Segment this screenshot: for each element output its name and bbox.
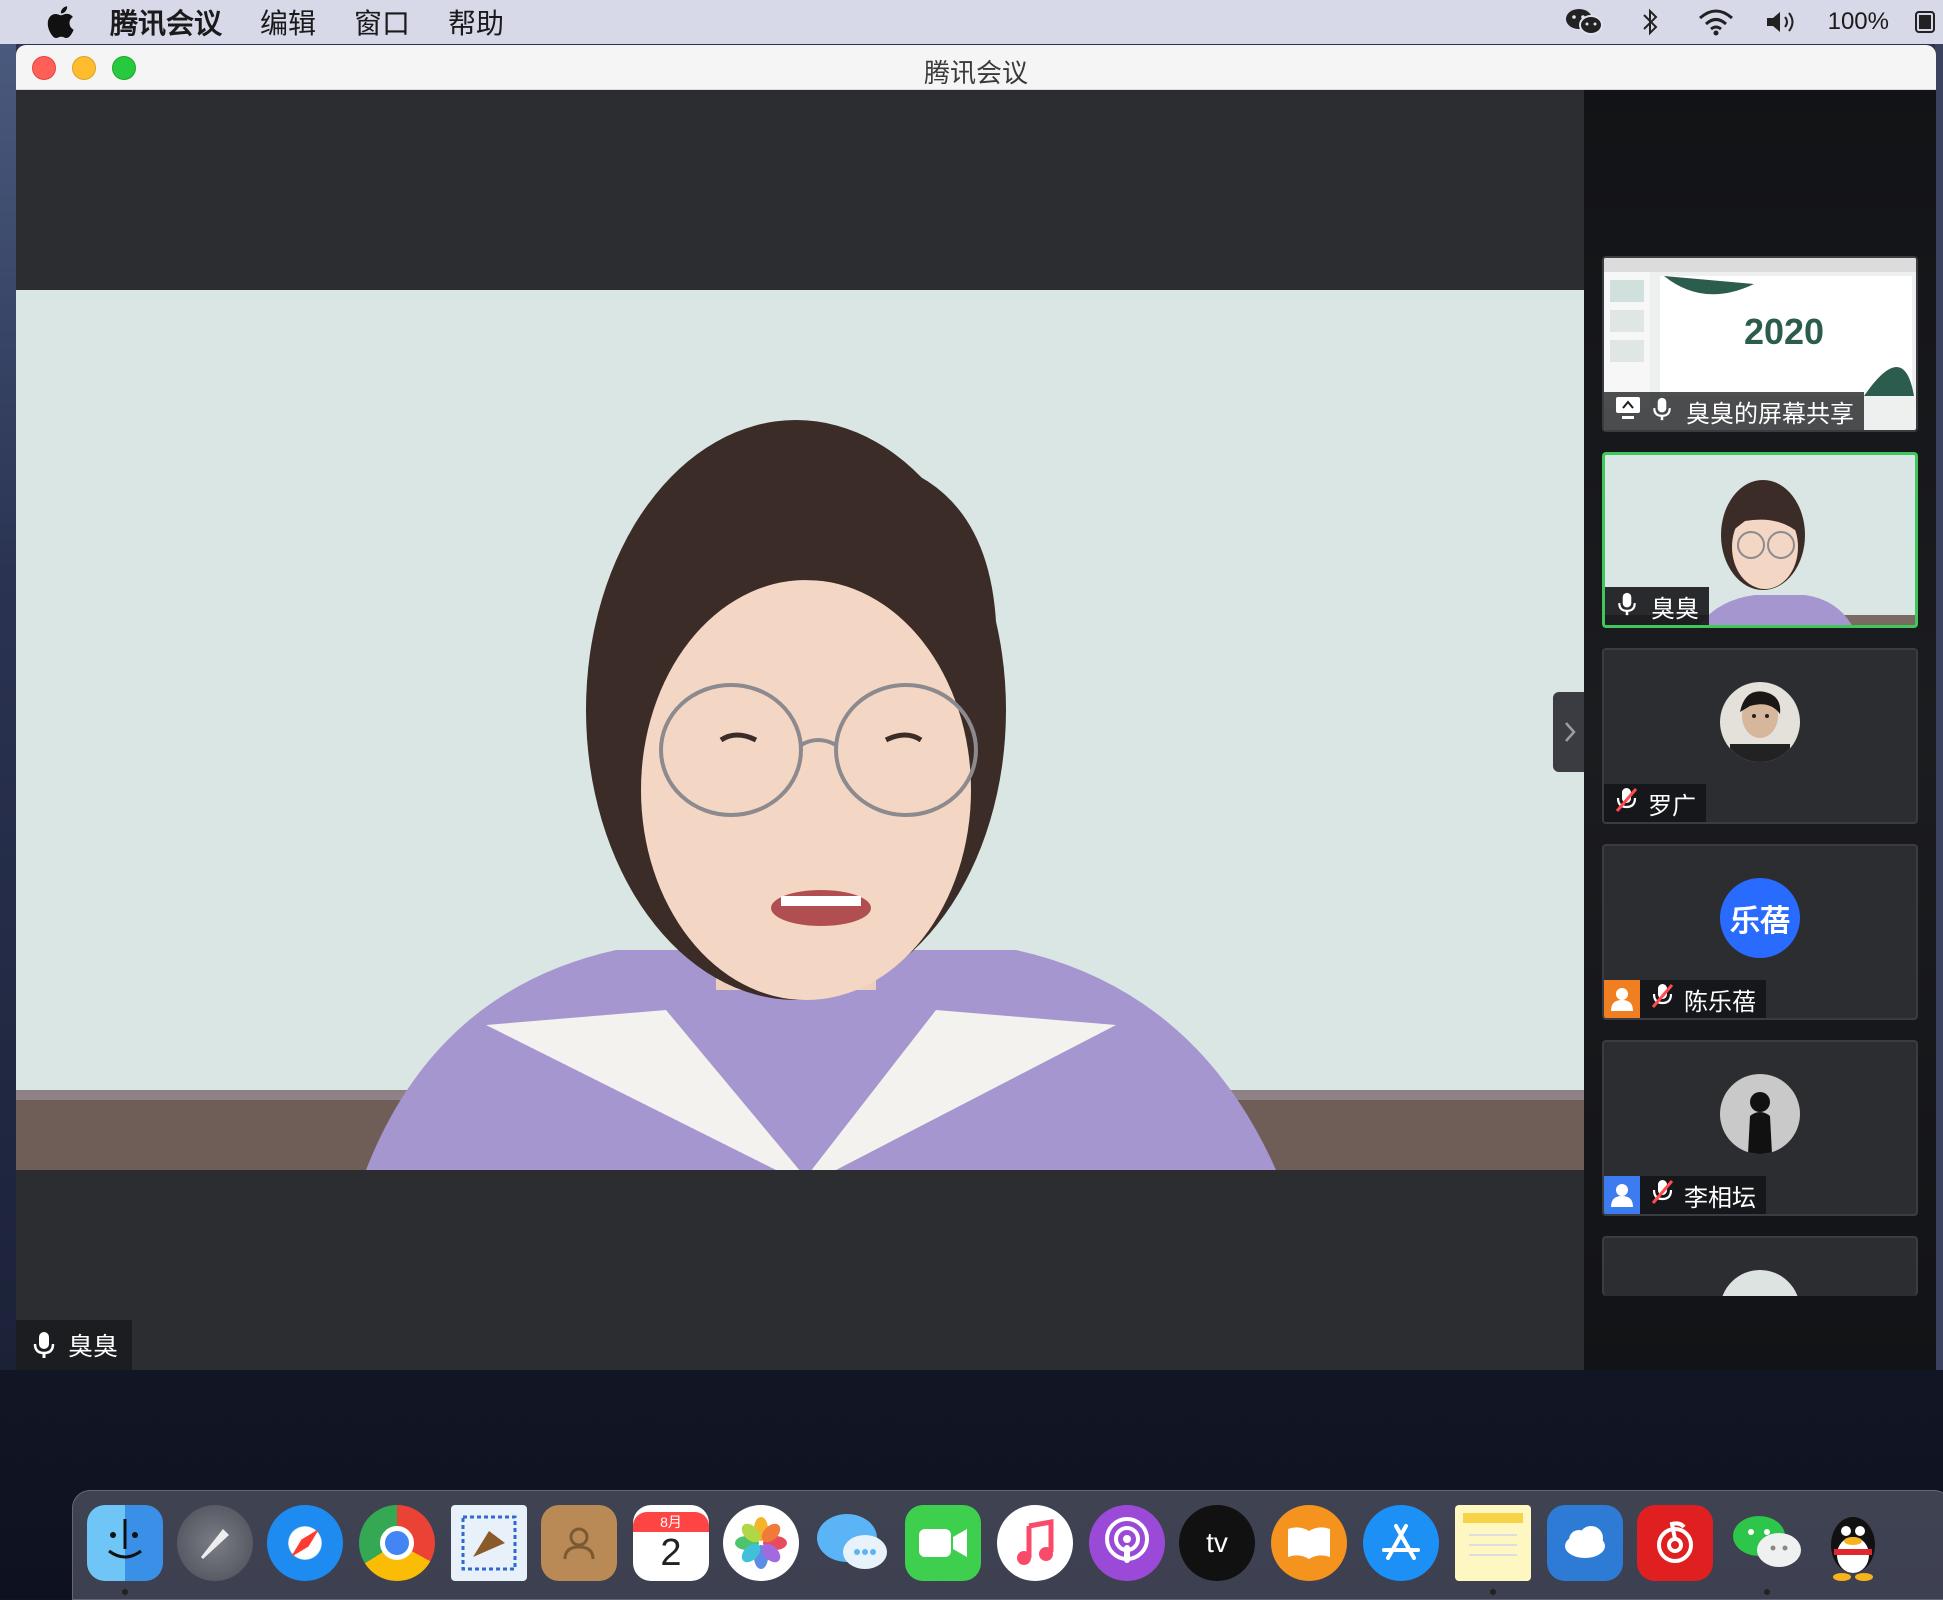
avatar [1720, 1270, 1800, 1296]
battery-percentage[interactable]: 100% [1828, 8, 1889, 36]
music-icon[interactable] [997, 1505, 1073, 1581]
mic-icon [1615, 591, 1643, 621]
participant-tile-partial[interactable] [1602, 1236, 1918, 1296]
wifi-icon[interactable] [1696, 6, 1736, 38]
facetime-icon[interactable] [905, 1505, 981, 1581]
speaker-name-tag: 臭臭 [16, 1320, 133, 1370]
battery-icon[interactable] [1915, 6, 1935, 38]
mic-muted-icon [1650, 982, 1676, 1016]
messages-icon[interactable] [815, 1505, 891, 1581]
appstore-icon[interactable] [1363, 1505, 1439, 1581]
participant-tile[interactable]: 乐蓓 陈乐蓓 [1602, 844, 1918, 1020]
netease-music-icon[interactable] [1637, 1505, 1713, 1581]
calendar-icon[interactable]: 8月 2 [633, 1505, 709, 1581]
participant-label: 罗广 [1604, 784, 1706, 822]
collapse-sidebar-button[interactable] [1553, 692, 1586, 772]
running-indicator [122, 1589, 128, 1595]
avatar [1720, 682, 1800, 762]
participant-sidebar: 2020 臭臭的屏幕共享 臭臭 罗广 乐蓓 陈乐蓓 李相坛 [1584, 90, 1936, 1370]
contacts-icon[interactable] [541, 1505, 617, 1581]
finder-icon[interactable] [87, 1505, 163, 1581]
meeting-window: 腾讯会议 臭臭 2020 臭臭的屏幕共享 臭臭 罗广 乐蓓 陈乐蓓 李相坛 [16, 45, 1936, 1370]
menu-help[interactable]: 帮助 [448, 2, 504, 42]
menu-window[interactable]: 窗口 [354, 2, 410, 42]
user-badge-icon [1604, 1176, 1640, 1214]
notes-icon[interactable] [1455, 1505, 1531, 1581]
dock: 8月 2 tv [72, 1490, 1943, 1600]
books-icon[interactable] [1271, 1505, 1347, 1581]
calendar-day: 2 [660, 1531, 682, 1574]
participant-name: 臭臭的屏幕共享 [1686, 399, 1854, 428]
participant-name: 李相坛 [1684, 1183, 1756, 1212]
calendar-month: 8月 [633, 1511, 709, 1532]
menu-extras: 100% [1564, 0, 1943, 44]
main-video-area [16, 90, 1584, 1370]
wechat-icon[interactable] [1729, 1505, 1805, 1581]
user-badge-icon [1604, 980, 1640, 1018]
photos-icon[interactable] [723, 1505, 799, 1581]
speaker-video-frame [16, 290, 1584, 1170]
wechat-status-icon[interactable] [1564, 6, 1604, 38]
chevron-right-icon [1564, 722, 1576, 742]
apple-menu-icon[interactable] [40, 0, 80, 44]
screen-share-icon [1614, 395, 1642, 427]
weather-icon[interactable] [1547, 1505, 1623, 1581]
participant-label: 李相坛 [1604, 1176, 1766, 1214]
screen-share-label: 臭臭的屏幕共享 [1604, 392, 1864, 430]
window-titlebar: 腾讯会议 [16, 45, 1936, 90]
participant-name: 罗广 [1648, 791, 1696, 820]
participant-label: 陈乐蓓 [1604, 980, 1766, 1018]
participant-tile-screen-share[interactable]: 2020 臭臭的屏幕共享 [1602, 256, 1918, 432]
tv-icon[interactable]: tv [1179, 1505, 1255, 1581]
mic-muted-icon [1650, 1178, 1676, 1212]
participant-label: 臭臭 [1605, 587, 1709, 625]
avatar [1720, 1074, 1800, 1154]
bluetooth-icon[interactable] [1630, 6, 1670, 38]
desktop-wallpaper-right [1935, 40, 1943, 1370]
speaker-name: 臭臭 [68, 1332, 119, 1361]
menu-edit[interactable]: 编辑 [260, 2, 316, 42]
speaker-video [16, 290, 1584, 1170]
menu-bar: 腾讯会议 编辑 窗口 帮助 100% [0, 0, 1943, 44]
qq-icon[interactable] [1815, 1505, 1891, 1581]
mail-icon[interactable] [451, 1505, 527, 1581]
running-indicator [1490, 1589, 1496, 1595]
volume-icon[interactable] [1762, 6, 1802, 38]
launchpad-icon[interactable] [177, 1505, 253, 1581]
slide-year-text: 2020 [1744, 311, 1824, 352]
chrome-icon[interactable] [359, 1505, 435, 1581]
avatar-initials: 乐蓓 [1720, 878, 1800, 958]
running-indicator [1764, 1589, 1770, 1595]
menu-app-name[interactable]: 腾讯会议 [110, 2, 222, 42]
desktop-wallpaper-left [0, 40, 16, 1370]
mic-muted-icon [1614, 786, 1640, 820]
safari-icon[interactable] [267, 1505, 343, 1581]
podcasts-icon[interactable] [1089, 1505, 1165, 1581]
participant-tile[interactable]: 李相坛 [1602, 1040, 1918, 1216]
participant-name: 臭臭 [1651, 594, 1699, 623]
tv-label: tv [1206, 1527, 1228, 1558]
participant-tile-active-speaker[interactable]: 臭臭 [1602, 452, 1918, 628]
participant-tile[interactable]: 罗广 [1602, 648, 1918, 824]
mic-icon [1650, 396, 1678, 426]
participant-name: 陈乐蓓 [1684, 987, 1756, 1016]
mic-icon [30, 1330, 58, 1360]
window-title: 腾讯会议 [923, 59, 1028, 89]
